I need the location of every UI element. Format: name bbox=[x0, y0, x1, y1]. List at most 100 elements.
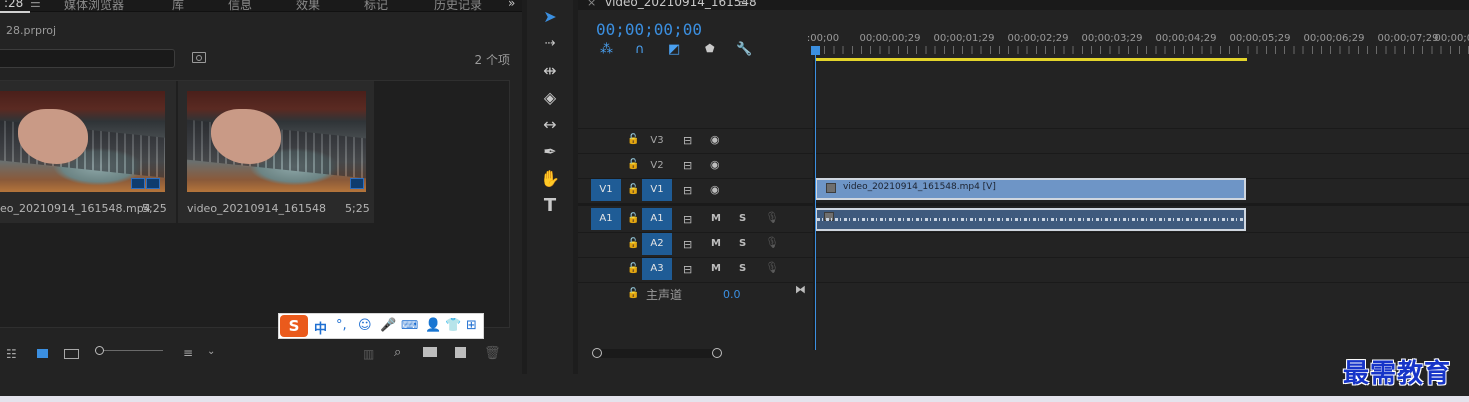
pen-tool-icon[interactable]: ✒ bbox=[537, 141, 563, 163]
search-input[interactable] bbox=[0, 49, 175, 68]
playhead-timecode[interactable]: 00;00;00;00 bbox=[596, 20, 702, 39]
tab-effects[interactable]: 效果 bbox=[296, 0, 320, 13]
lock-icon[interactable]: 🔓 bbox=[627, 134, 639, 145]
overflow-tabs-icon[interactable]: » bbox=[508, 0, 515, 10]
eye-icon[interactable]: ◉ bbox=[710, 133, 720, 146]
track-label-a3[interactable]: A3 bbox=[642, 258, 672, 280]
skin-icon[interactable]: 👕 bbox=[445, 318, 461, 333]
snap-icon[interactable]: ∩ bbox=[635, 42, 645, 57]
lock-icon[interactable]: 🔓 bbox=[627, 238, 639, 249]
mute-button[interactable]: M bbox=[711, 238, 721, 249]
track-label-a1[interactable]: A1 bbox=[642, 208, 672, 230]
input-mode-toggle[interactable]: 中 bbox=[314, 318, 327, 337]
new-bin-icon[interactable] bbox=[423, 347, 437, 357]
tab-history[interactable]: 历史记录 bbox=[434, 0, 482, 13]
eye-icon[interactable]: ◉ bbox=[710, 183, 720, 196]
ripple-edit-tool-icon[interactable]: ⇹ bbox=[537, 60, 563, 82]
nest-sequence-icon[interactable]: ⁂ bbox=[600, 42, 613, 57]
wrench-icon[interactable]: 🔧 bbox=[736, 42, 752, 57]
track-label-a2[interactable]: A2 bbox=[642, 233, 672, 255]
master-volume-value[interactable]: 0.0 bbox=[723, 288, 741, 301]
sogou-logo-icon[interactable]: S bbox=[280, 315, 308, 337]
toggle-sync-icon[interactable]: ⊟ bbox=[683, 238, 692, 251]
close-icon[interactable]: × bbox=[587, 0, 596, 9]
lock-icon[interactable]: 🔓 bbox=[627, 288, 639, 299]
microphone-icon[interactable]: 🎤 bbox=[380, 318, 396, 333]
delete-icon[interactable]: 🗑 bbox=[484, 346, 501, 361]
sort-icon[interactable]: ≡ bbox=[183, 346, 193, 360]
tab-markers[interactable]: 标记 bbox=[364, 0, 388, 13]
mute-button[interactable]: M bbox=[711, 213, 721, 224]
toggle-sync-icon[interactable]: ⊟ bbox=[683, 159, 692, 172]
clip-thumbnail[interactable] bbox=[0, 91, 165, 192]
solo-button[interactable]: S bbox=[739, 263, 746, 274]
mute-button[interactable]: M bbox=[711, 263, 721, 274]
emoji-icon[interactable]: ☺ bbox=[358, 318, 372, 333]
lock-icon[interactable]: 🔓 bbox=[627, 263, 639, 274]
selection-tool-icon[interactable]: ➤ bbox=[537, 6, 563, 28]
user-icon[interactable]: 👤 bbox=[425, 318, 441, 333]
solo-button[interactable]: S bbox=[739, 213, 746, 224]
track-label-v2[interactable]: V2 bbox=[642, 155, 672, 177]
solo-button[interactable]: S bbox=[739, 238, 746, 249]
sequence-tab[interactable]: video_20210914_161548 bbox=[605, 0, 757, 9]
scroll-handle-left[interactable] bbox=[592, 348, 602, 358]
panel-menu-icon[interactable]: ☰ bbox=[30, 0, 41, 10]
punctuation-toggle[interactable]: °, bbox=[336, 318, 347, 333]
slip-tool-icon[interactable]: ↔ bbox=[537, 114, 563, 136]
clip-thumbnail[interactable] bbox=[187, 91, 366, 192]
scroll-handle-right[interactable] bbox=[712, 348, 722, 358]
video-clip[interactable]: video_20210914_161548.mp4 [V] bbox=[815, 178, 1246, 200]
video-audio-divider[interactable] bbox=[578, 203, 1469, 206]
chevron-down-icon[interactable]: ⌄ bbox=[207, 346, 215, 357]
source-patch-v1[interactable]: V1 bbox=[591, 179, 621, 201]
track-select-tool-icon[interactable]: ⇢ bbox=[537, 33, 563, 55]
zoom-slider[interactable] bbox=[95, 350, 163, 351]
lock-icon[interactable]: 🔓 bbox=[627, 213, 639, 224]
tab-media-browser[interactable]: 媒体浏览器 bbox=[64, 0, 124, 13]
keyboard-icon[interactable]: ⌨ bbox=[401, 318, 418, 332]
microphone-icon[interactable]: 🎙 bbox=[765, 236, 779, 249]
razor-tool-icon[interactable]: ◈ bbox=[537, 87, 563, 109]
time-ruler[interactable]: :00;00 00;00;00;29 00;00;01;29 00;00;02;… bbox=[807, 28, 1469, 60]
tab-libraries[interactable]: 库 bbox=[172, 0, 184, 13]
track-label-v3[interactable]: V3 bbox=[642, 130, 672, 152]
lock-icon[interactable]: 🔓 bbox=[627, 159, 639, 170]
microphone-icon[interactable]: 🎙 bbox=[765, 261, 779, 274]
toggle-sync-icon[interactable]: ⊟ bbox=[683, 263, 692, 276]
toggle-sync-icon[interactable]: ⊟ bbox=[683, 213, 692, 226]
project-tabbar: :28 ☰ 媒体浏览器 库 信息 效果 标记 历史记录 » bbox=[0, 0, 522, 12]
work-area-bar[interactable] bbox=[815, 58, 1247, 61]
playhead-line[interactable] bbox=[815, 48, 816, 350]
clip-duration: 5;25 bbox=[142, 202, 167, 215]
add-marker-icon[interactable]: ⬟ bbox=[705, 42, 715, 55]
hand-tool-icon[interactable]: ✋ bbox=[537, 168, 563, 190]
audio-clip[interactable] bbox=[815, 208, 1246, 231]
icon-view-icon[interactable] bbox=[37, 349, 48, 358]
new-search-bin-icon[interactable] bbox=[192, 52, 206, 63]
source-patch-a1[interactable]: A1 bbox=[591, 208, 621, 230]
microphone-icon[interactable]: 🎙 bbox=[765, 211, 779, 224]
grid-icon[interactable]: ⊞ bbox=[466, 318, 477, 333]
playhead-handle[interactable] bbox=[811, 46, 820, 55]
toggle-sync-icon[interactable]: ⊟ bbox=[683, 184, 692, 197]
freeform-view-icon[interactable] bbox=[64, 349, 79, 359]
new-item-icon[interactable] bbox=[455, 347, 466, 358]
project-item-clip-2[interactable]: video_20210914_161548 5;25 bbox=[178, 81, 374, 223]
find-icon[interactable]: ⌕ bbox=[394, 345, 401, 360]
panel-menu-icon[interactable]: ☰ bbox=[737, 0, 748, 9]
lock-icon[interactable]: 🔓 bbox=[627, 184, 639, 195]
go-to-end-icon[interactable]: ⧓ bbox=[795, 283, 806, 296]
zoom-slider-handle[interactable] bbox=[95, 346, 104, 355]
tab-info[interactable]: 信息 bbox=[228, 0, 252, 13]
type-tool-icon[interactable]: T bbox=[537, 195, 563, 217]
tab-project[interactable]: :28 bbox=[4, 0, 23, 10]
toggle-sync-icon[interactable]: ⊟ bbox=[683, 134, 692, 147]
project-item-clip-1[interactable]: eo_20210914_161548.mp4 5;25 bbox=[0, 81, 176, 223]
list-view-icon[interactable]: ☷ bbox=[6, 347, 17, 361]
linked-selection-icon[interactable]: ◩ bbox=[668, 42, 680, 57]
eye-icon[interactable]: ◉ bbox=[710, 158, 720, 171]
track-label-v1[interactable]: V1 bbox=[642, 179, 672, 201]
timeline-scrollbar[interactable] bbox=[592, 348, 722, 358]
automate-icon[interactable]: ▥ bbox=[363, 347, 374, 361]
